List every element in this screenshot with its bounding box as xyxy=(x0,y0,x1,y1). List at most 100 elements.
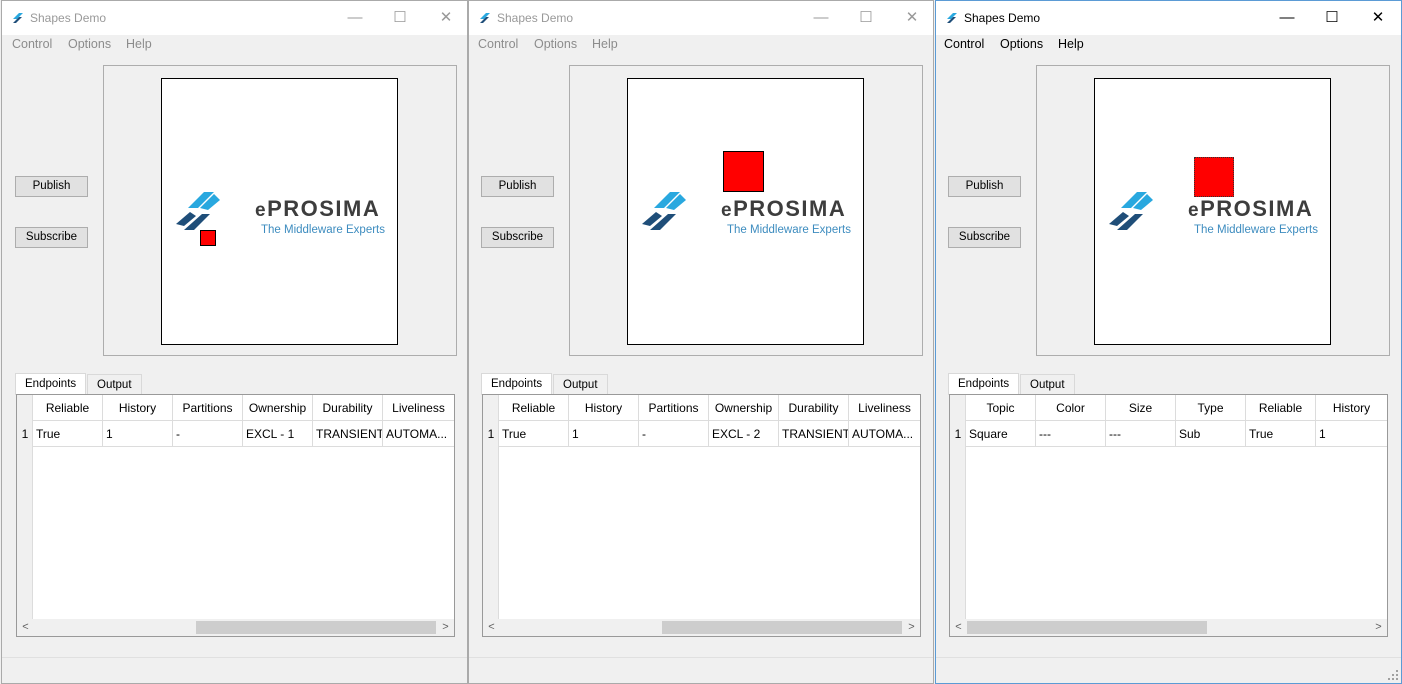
row-number: 1 xyxy=(21,427,29,441)
shapes-canvas[interactable]: ePROSIMA The Middleware Experts xyxy=(1094,78,1331,345)
menu-bar: Control Options Help xyxy=(469,35,933,55)
table-cell[interactable]: 1 xyxy=(1316,421,1387,447)
table-cell[interactable]: TRANSIENT xyxy=(779,421,849,447)
menu-control[interactable]: Control xyxy=(478,37,518,51)
menu-help[interactable]: Help xyxy=(126,37,152,51)
maximize-button[interactable]: ☐ xyxy=(377,1,423,35)
window-title: Shapes Demo xyxy=(964,11,1041,25)
table-cell[interactable]: EXCL - 2 xyxy=(709,421,779,447)
scroll-left-icon[interactable]: < xyxy=(483,619,500,636)
column-header[interactable]: Size xyxy=(1106,395,1176,421)
table-header: Reliable History Partitions Ownership Du… xyxy=(17,395,454,421)
tab-output[interactable]: Output xyxy=(553,374,608,394)
tab-endpoints[interactable]: Endpoints xyxy=(481,373,553,395)
title-bar[interactable]: Shapes Demo — ☐ ✕ xyxy=(936,1,1401,35)
horizontal-scrollbar[interactable]: < > xyxy=(483,619,920,636)
scroll-thumb[interactable] xyxy=(967,621,1207,634)
status-bar xyxy=(936,657,1401,658)
subscribe-button[interactable]: Subscribe xyxy=(948,227,1021,248)
shapes-canvas[interactable]: ePROSIMA The Middleware Experts xyxy=(627,78,864,345)
menu-control[interactable]: Control xyxy=(12,37,52,51)
column-header[interactable]: Ownership xyxy=(243,395,313,421)
table-header: Topic Color Size Type Reliable History xyxy=(950,395,1387,421)
column-header[interactable]: Partitions xyxy=(639,395,709,421)
menu-options[interactable]: Options xyxy=(534,37,577,51)
table-cell[interactable]: True xyxy=(33,421,103,447)
canvas-frame: ePROSIMA The Middleware Experts xyxy=(103,65,457,356)
endpoints-table: 1 Reliable History Partitions Ownership … xyxy=(16,394,455,637)
column-header[interactable]: Reliable xyxy=(499,395,569,421)
close-button[interactable]: ✕ xyxy=(889,1,933,35)
tab-output[interactable]: Output xyxy=(87,374,142,394)
column-header[interactable]: Liveliness xyxy=(383,395,454,421)
tab-output[interactable]: Output xyxy=(1020,374,1075,394)
menu-control[interactable]: Control xyxy=(944,37,984,51)
tab-endpoints[interactable]: Endpoints xyxy=(15,373,87,395)
column-header[interactable]: History xyxy=(569,395,639,421)
horizontal-scrollbar[interactable]: < > xyxy=(950,619,1387,636)
close-button[interactable]: ✕ xyxy=(423,1,467,35)
close-button[interactable]: ✕ xyxy=(1355,1,1401,35)
menu-options[interactable]: Options xyxy=(68,37,111,51)
table-cell[interactable]: --- xyxy=(1036,421,1106,447)
horizontal-scrollbar[interactable]: < > xyxy=(17,619,454,636)
table-cell[interactable]: --- xyxy=(1106,421,1176,447)
scroll-right-icon[interactable]: > xyxy=(437,619,454,636)
scroll-left-icon[interactable]: < xyxy=(17,619,34,636)
scroll-right-icon[interactable]: > xyxy=(903,619,920,636)
table-cell[interactable]: - xyxy=(639,421,709,447)
shapes-canvas[interactable]: ePROSIMA The Middleware Experts xyxy=(161,78,398,345)
table-cell[interactable]: 1 xyxy=(569,421,639,447)
maximize-button[interactable]: ☐ xyxy=(843,1,889,35)
minimize-button[interactable]: — xyxy=(798,1,844,35)
menu-options[interactable]: Options xyxy=(1000,37,1043,51)
column-header[interactable]: Durability xyxy=(779,395,849,421)
column-header[interactable]: History xyxy=(1316,395,1387,421)
logo-subtitle: The Middleware Experts xyxy=(727,224,851,236)
column-header[interactable]: Liveliness xyxy=(849,395,920,421)
minimize-button[interactable]: — xyxy=(332,1,378,35)
maximize-button[interactable]: ☐ xyxy=(1309,1,1355,35)
table-cell[interactable]: True xyxy=(1246,421,1316,447)
subscribe-button[interactable]: Subscribe xyxy=(15,227,88,248)
logo-title: ePROSIMA xyxy=(721,196,847,221)
column-header[interactable]: Reliable xyxy=(1246,395,1316,421)
column-header[interactable]: Color xyxy=(1036,395,1106,421)
menu-help[interactable]: Help xyxy=(1058,37,1084,51)
column-header[interactable]: Topic xyxy=(966,395,1036,421)
table-cell[interactable]: True xyxy=(499,421,569,447)
table-cell[interactable]: - xyxy=(173,421,243,447)
tab-endpoints[interactable]: Endpoints xyxy=(948,373,1020,395)
table-cell[interactable]: AUTOMA... xyxy=(849,421,920,447)
publish-button[interactable]: Publish xyxy=(948,176,1021,197)
table-cell[interactable]: Sub xyxy=(1176,421,1246,447)
table-cell[interactable]: TRANSIENT xyxy=(313,421,383,447)
eprosima-logo: ePROSIMA The Middleware Experts xyxy=(1107,186,1318,239)
column-header[interactable]: Durability xyxy=(313,395,383,421)
scroll-left-icon[interactable]: < xyxy=(950,619,967,636)
title-bar[interactable]: Shapes Demo — ☐ ✕ xyxy=(469,1,933,35)
red-square-shape xyxy=(200,230,216,246)
column-header[interactable]: Type xyxy=(1176,395,1246,421)
eprosima-mark-icon xyxy=(642,192,686,230)
table-header: Reliable History Partitions Ownership Du… xyxy=(483,395,920,421)
column-header[interactable]: Partitions xyxy=(173,395,243,421)
scroll-right-icon[interactable]: > xyxy=(1370,619,1387,636)
table-cell[interactable]: 1 xyxy=(103,421,173,447)
scroll-thumb[interactable] xyxy=(662,621,902,634)
column-header[interactable]: Reliable xyxy=(33,395,103,421)
publish-button[interactable]: Publish xyxy=(481,176,554,197)
logo-title: ePROSIMA xyxy=(1188,196,1314,221)
title-bar[interactable]: Shapes Demo — ☐ ✕ xyxy=(2,1,467,35)
table-cell[interactable]: Square xyxy=(966,421,1036,447)
column-header[interactable]: History xyxy=(103,395,173,421)
table-cell[interactable]: AUTOMA... xyxy=(383,421,454,447)
menu-help[interactable]: Help xyxy=(592,37,618,51)
subscribe-button[interactable]: Subscribe xyxy=(481,227,554,248)
column-header[interactable]: Ownership xyxy=(709,395,779,421)
scroll-thumb[interactable] xyxy=(196,621,436,634)
table-cell[interactable]: EXCL - 1 xyxy=(243,421,313,447)
minimize-button[interactable]: — xyxy=(1264,1,1310,35)
resize-grip-icon[interactable] xyxy=(1388,670,1398,680)
publish-button[interactable]: Publish xyxy=(15,176,88,197)
